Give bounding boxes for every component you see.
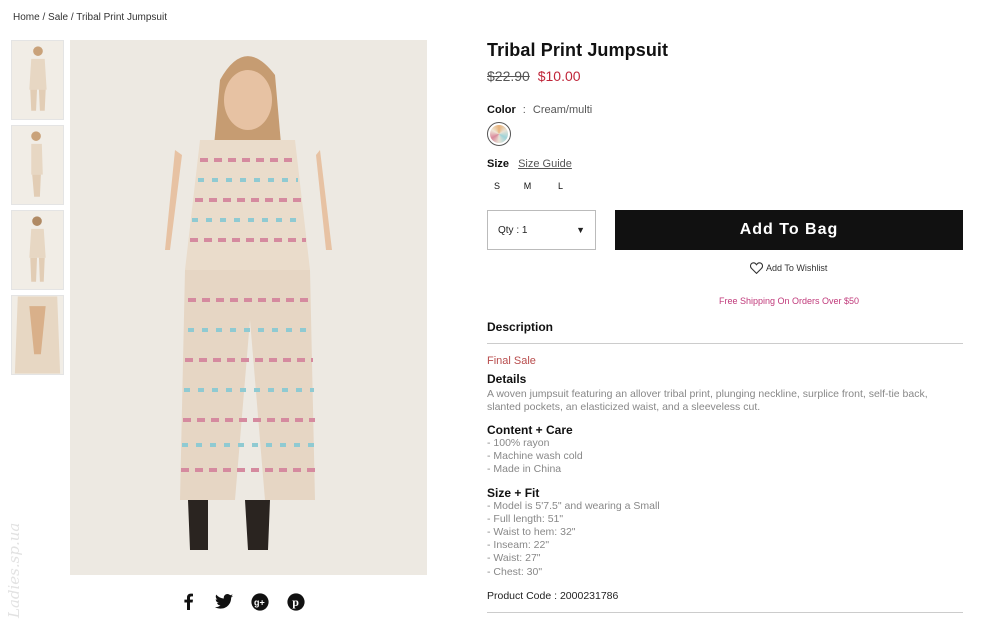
heart-icon	[750, 262, 763, 274]
color-label: Color	[487, 104, 516, 116]
thumbnail-side[interactable]	[11, 125, 64, 205]
color-swatch-cream-multi[interactable]	[487, 122, 511, 146]
size-option-s[interactable]: S	[487, 179, 511, 193]
add-to-bag-button[interactable]: Add To Bag	[615, 210, 963, 250]
svg-text:Ladies.sp.ua: Ladies.sp.ua	[5, 523, 23, 619]
thumbnail-detail[interactable]	[11, 295, 64, 375]
sale-price: $10.00	[537, 68, 581, 84]
original-price: $22.90	[487, 68, 530, 84]
list-item: - Inseam: 22"	[487, 539, 550, 552]
list-item: - 100% rayon	[487, 437, 550, 449]
list-item: - Full length: 51"	[487, 512, 564, 525]
caret-down-icon: ▼	[576, 225, 585, 235]
breadcrumb-sale[interactable]: Sale	[48, 12, 68, 23]
product-code: Product Code : 2000231786	[487, 590, 963, 613]
breadcrumb: Home / Sale / Tribal Print Jumpsuit	[13, 12, 167, 23]
size-fit-list: - Model is 5'7.5" and wearing a Small - …	[487, 500, 963, 579]
size-fit-title: Size + Fit	[487, 485, 540, 500]
content-care-title: Content + Care	[487, 423, 573, 437]
list-item: - Made in China	[487, 463, 562, 476]
thumbnail-front[interactable]	[11, 40, 64, 120]
content-care-list: - 100% rayon - Machine wash cold - Made …	[487, 437, 963, 477]
list-item: - Chest: 30"	[487, 565, 543, 578]
thumbnail-list	[11, 40, 64, 380]
product-details: Tribal Print Jumpsuit $22.90 $10.00 Colo…	[487, 40, 963, 613]
quantity-select[interactable]: Qty : 1 ▼	[487, 210, 596, 250]
color-row: Color : Cream/multi	[487, 104, 963, 116]
size-option-m[interactable]: M	[511, 179, 544, 193]
final-sale-label: Final Sale	[487, 355, 536, 367]
add-to-wishlist-link[interactable]: Add To Wishlist	[750, 262, 963, 274]
free-shipping-banner[interactable]: Free Shipping On Orders Over $50	[719, 296, 963, 306]
size-guide-link[interactable]: Size Guide	[518, 158, 572, 170]
thumbnail-back[interactable]	[11, 210, 64, 290]
breadcrumb-separator: /	[42, 12, 46, 23]
social-share-bar: g+ p	[178, 592, 305, 611]
pinterest-icon[interactable]: p	[286, 592, 305, 611]
color-value: Cream/multi	[532, 104, 593, 116]
description-heading: Description	[487, 320, 963, 344]
breadcrumb-current: Tribal Print Jumpsuit	[76, 12, 167, 23]
product-title: Tribal Print Jumpsuit	[487, 40, 669, 60]
details-title: Details	[487, 372, 527, 386]
quantity-value: Qty : 1	[498, 224, 528, 236]
size-option-l[interactable]: L	[544, 179, 577, 193]
product-main-image[interactable]	[70, 40, 427, 575]
twitter-icon[interactable]	[214, 592, 233, 611]
breadcrumb-separator: /	[70, 12, 74, 23]
size-label: Size	[487, 158, 510, 170]
wishlist-label: Add To Wishlist	[766, 263, 828, 273]
size-options: S M L	[487, 179, 963, 193]
list-item: - Waist: 27"	[487, 552, 541, 565]
list-item: - Model is 5'7.5" and wearing a Small	[487, 499, 660, 512]
size-row: Size Size Guide	[487, 158, 963, 170]
color-separator: :	[522, 104, 526, 116]
facebook-icon[interactable]	[178, 592, 197, 611]
watermark-logo: Ladies.sp.ua	[5, 523, 23, 619]
svg-text:g+: g+	[254, 597, 265, 607]
details-text: A woven jumpsuit featuring an allover tr…	[487, 388, 928, 413]
list-item: - Waist to hem: 32"	[487, 526, 576, 539]
list-item: - Machine wash cold	[487, 450, 583, 463]
svg-text:p: p	[292, 595, 299, 609]
price-block: $22.90 $10.00	[487, 68, 963, 84]
buy-row: Qty : 1 ▼ Add To Bag	[487, 210, 963, 250]
google-plus-icon[interactable]: g+	[250, 592, 269, 611]
breadcrumb-home[interactable]: Home	[13, 12, 40, 23]
